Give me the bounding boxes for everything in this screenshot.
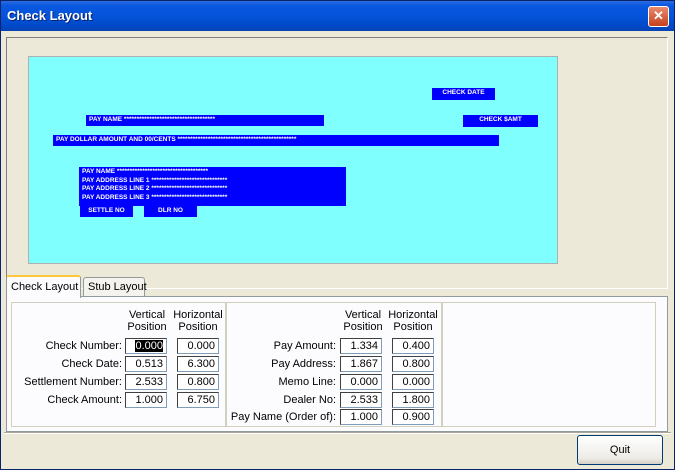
title-bar[interactable]: Check Layout ✕ [1, 1, 674, 31]
check-preview: CHECK DATE PAY NAME ********************… [28, 56, 558, 264]
tab-stub-layout[interactable]: Stub Layout [83, 277, 147, 297]
check-layout-panel: Vertical Position Horizontal Position Ch… [6, 296, 668, 432]
horizontal-position-header: Horizontal Position [388, 309, 438, 333]
address-line: PAY ADDRESS LINE 1 *********************… [82, 176, 228, 184]
pay-name-order-of-label: Pay Name (Order of): [230, 411, 336, 423]
dealer-no-label: Dealer No: [283, 394, 336, 406]
check-preview-frame: CHECK DATE PAY NAME ********************… [6, 37, 668, 289]
memo-line-label: Memo Line: [278, 376, 336, 388]
memo-line-horizontal-input[interactable]: 0.000 [392, 374, 434, 390]
settle-no-field[interactable]: SETTLE NO [80, 206, 133, 217]
address-line: PAY ADDRESS LINE 3 *********************… [82, 193, 228, 201]
pay-dollar-amount-field[interactable]: PAY DOLLAR AMOUNT AND 00/CENTS *********… [53, 135, 499, 146]
empty-group [442, 302, 656, 427]
footer-divider [4, 432, 671, 434]
settlement-number-vertical-input[interactable]: 2.533 [125, 374, 167, 390]
check-amount-horizontal-input[interactable]: 6.750 [177, 392, 219, 408]
check-date-label: Check Date: [61, 358, 122, 370]
dealer-no-field[interactable]: DLR NO [144, 206, 197, 217]
pay-amount-label: Pay Amount: [273, 340, 336, 352]
address-line: PAY ADDRESS LINE 2 *********************… [82, 185, 228, 192]
check-date-vertical-input[interactable]: 0.513 [125, 356, 167, 372]
check-amount-label: Check Amount: [47, 394, 122, 406]
dealer-no-horizontal-input[interactable]: 1.800 [392, 392, 434, 408]
pay-address-label: Pay Address: [271, 358, 336, 370]
check-fields-group: Vertical Position Horizontal Position Ch… [11, 302, 226, 427]
check-date-field[interactable]: CHECK DATE [432, 88, 495, 100]
check-date-horizontal-input[interactable]: 6.300 [177, 356, 219, 372]
vertical-position-header: Vertical Position [127, 309, 167, 333]
pay-address-vertical-input[interactable]: 1.867 [340, 356, 382, 372]
pay-amount-horizontal-input[interactable]: 0.400 [392, 338, 434, 354]
pay-name-horizontal-input[interactable]: 0.900 [392, 409, 434, 425]
pay-fields-group: Vertical Position Horizontal Position Pa… [226, 302, 442, 427]
check-layout-window: Check Layout ✕ CHECK DATE PAY NAME *****… [0, 0, 675, 470]
pay-address-block[interactable]: PAY NAME *******************************… [79, 167, 346, 206]
horizontal-position-header: Horizontal Position [173, 309, 223, 333]
pay-address-horizontal-input[interactable]: 0.800 [392, 356, 434, 372]
memo-line-vertical-input[interactable]: 0.000 [340, 374, 382, 390]
check-number-horizontal-input[interactable]: 0.000 [177, 338, 219, 354]
close-button[interactable]: ✕ [648, 6, 669, 27]
vertical-position-header: Vertical Position [343, 309, 383, 333]
pay-name-vertical-input[interactable]: 1.000 [340, 409, 382, 425]
check-number-label: Check Number: [45, 340, 122, 352]
address-line: PAY NAME *******************************… [82, 168, 208, 175]
check-amount-vertical-input[interactable]: 1.000 [125, 392, 167, 408]
quit-button[interactable]: Quit [577, 435, 663, 465]
check-number-vertical-input[interactable]: 0.000 [125, 338, 167, 354]
tab-check-layout[interactable]: Check Layout [6, 275, 81, 298]
window-title: Check Layout [7, 8, 93, 23]
pay-name-field[interactable]: PAY NAME *******************************… [86, 115, 324, 126]
client-area: CHECK DATE PAY NAME ********************… [4, 31, 671, 468]
close-icon: ✕ [653, 8, 664, 23]
check-amount-field[interactable]: CHECK $AMT [463, 115, 538, 127]
pay-amount-vertical-input[interactable]: 1.334 [340, 338, 382, 354]
settlement-number-horizontal-input[interactable]: 0.800 [177, 374, 219, 390]
dealer-no-vertical-input[interactable]: 2.533 [340, 392, 382, 408]
settlement-number-label: Settlement Number: [24, 376, 122, 388]
